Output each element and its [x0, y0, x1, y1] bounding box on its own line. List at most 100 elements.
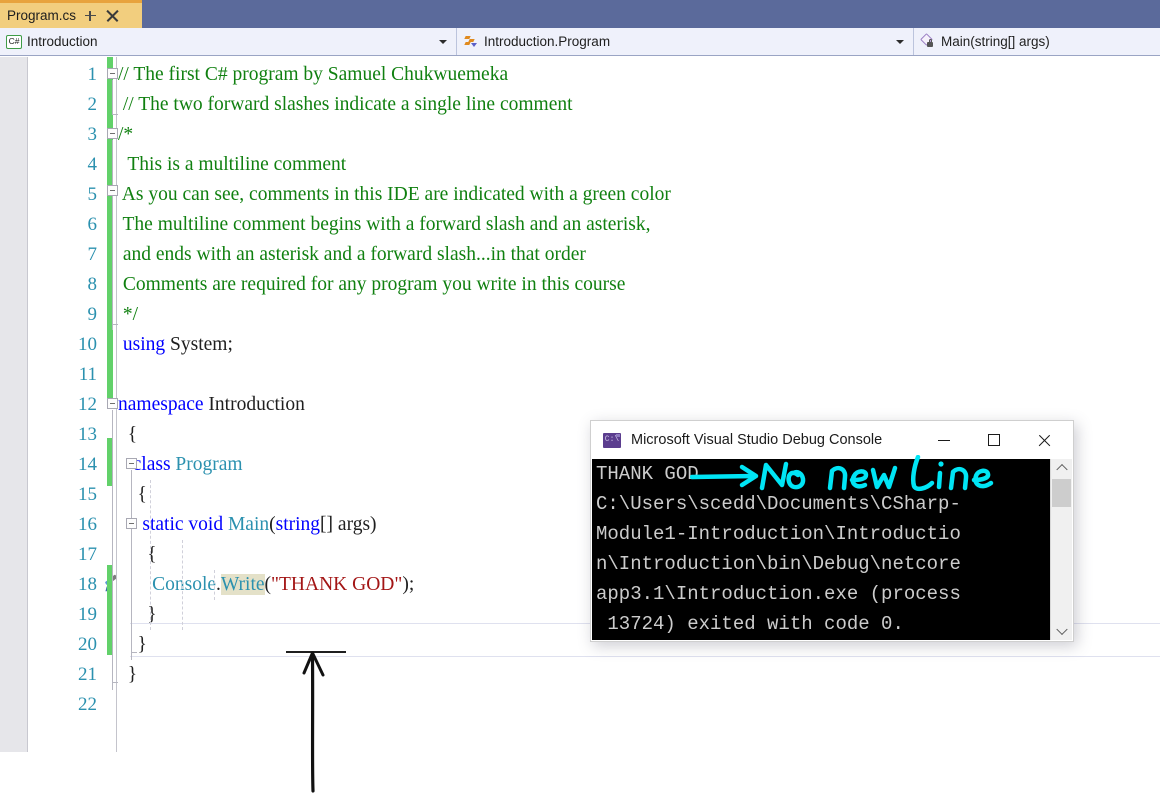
- code-token: Comments are required for any program yo…: [118, 274, 626, 295]
- code-token: Program: [175, 454, 243, 475]
- console-output-line: app3.1\Introduction.exe (process: [596, 583, 961, 605]
- fold-toggle-icon[interactable]: [107, 398, 118, 409]
- line-number: 2: [87, 94, 98, 115]
- code-token: {: [118, 424, 138, 445]
- code-token: "THANK GOD": [271, 574, 403, 595]
- code-line[interactable]: Comments are required for any program yo…: [118, 270, 1160, 300]
- line-number: 5: [87, 184, 98, 205]
- code-token: string: [275, 514, 321, 535]
- code-token: Introduction: [203, 394, 305, 415]
- maximize-button[interactable]: [971, 421, 1017, 459]
- line-number: 22: [78, 694, 97, 715]
- editor-left-margin: [0, 57, 28, 752]
- line-number: 1: [87, 64, 98, 85]
- line-number: 14: [78, 454, 97, 475]
- indent-guide: [150, 480, 151, 630]
- highlighted-reference: Write: [220, 574, 265, 595]
- console-output-line: 13724) exited with code 0.: [596, 613, 904, 635]
- chevron-up-icon[interactable]: [1051, 459, 1072, 477]
- line-number: 13: [78, 424, 97, 445]
- fold-toggle-icon[interactable]: [126, 458, 137, 469]
- code-token: */: [118, 304, 139, 325]
- code-token: // The two forward slashes indicate a si…: [118, 94, 573, 115]
- fold-connector: [112, 140, 113, 330]
- code-line[interactable]: and ends with an asterisk and a forward …: [118, 240, 1160, 270]
- console-output-line: Module1-Introduction\Introductio: [596, 523, 961, 545]
- code-line[interactable]: [118, 360, 1160, 390]
- navbar-class-dropdown[interactable]: Introduction.Program: [457, 28, 914, 55]
- navbar-project-label: Introduction: [27, 34, 98, 49]
- code-token: {: [118, 484, 147, 505]
- line-number: 4: [87, 154, 98, 175]
- navbar-member-dropdown[interactable]: Main(string[] args): [914, 28, 1160, 55]
- code-line[interactable]: }: [118, 660, 1160, 690]
- code-token: The multiline comment begins with a forw…: [118, 214, 651, 235]
- code-line[interactable]: namespace Introduction: [118, 390, 1160, 420]
- close-icon[interactable]: [106, 9, 119, 22]
- line-number: 21: [78, 664, 97, 685]
- line-number: 7: [87, 244, 98, 265]
- code-token: using: [118, 334, 166, 355]
- close-button[interactable]: [1021, 421, 1067, 459]
- code-token: // The first C# program by Samuel Chukwu…: [118, 64, 509, 85]
- line-number: 10: [78, 334, 97, 355]
- code-token: and ends with an asterisk and a forward …: [118, 244, 586, 265]
- navbar-project-dropdown[interactable]: C# Introduction: [0, 28, 457, 55]
- class-lightning-icon: [463, 34, 479, 50]
- scrollbar-thumb[interactable]: [1052, 479, 1071, 507]
- code-line[interactable]: [118, 690, 1160, 720]
- code-text-area[interactable]: // The first C# program by Samuel Chukwu…: [118, 57, 1160, 752]
- code-editor[interactable]: 1 2 3 4 5 6 7 8 9 10 11 12 13 14 15 16 17 18 19 20 21 22 // T…: [0, 57, 1160, 793]
- line-number: 17: [78, 544, 97, 565]
- chevron-down-icon[interactable]: [439, 39, 447, 44]
- chevron-down-icon[interactable]: [896, 39, 904, 44]
- line-number-gutter: 1 2 3 4 5 6 7 8 9 10 11 12 13 14 15 16 17 18 19 20 21 22: [28, 57, 118, 752]
- line-number: 11: [78, 364, 97, 385]
- code-line[interactable]: The multiline comment begins with a forw…: [118, 210, 1160, 240]
- tab-program-cs[interactable]: Program.cs: [0, 0, 142, 28]
- fold-connector-end: [112, 324, 118, 325]
- console-output-line: n\Introduction\bin\Debug\netcore: [596, 553, 961, 575]
- code-token: Console: [118, 574, 217, 595]
- console-title-label: Microsoft Visual Studio Debug Console: [631, 432, 883, 448]
- code-line[interactable]: As you can see, comments in this IDE are…: [118, 180, 1160, 210]
- fold-toggle-icon[interactable]: [107, 185, 118, 196]
- line-number: 12: [78, 394, 97, 415]
- code-token: }: [118, 664, 138, 685]
- code-token: [] args): [320, 514, 377, 535]
- code-line[interactable]: // The first C# program by Samuel Chukwu…: [118, 60, 1160, 90]
- annotation-arrow: [302, 651, 325, 793]
- navbar-class-label: Introduction.Program: [484, 34, 611, 49]
- navbar-member-label: Main(string[] args): [941, 34, 1050, 49]
- minimize-button[interactable]: [921, 421, 967, 459]
- fold-toggle-icon[interactable]: [107, 68, 118, 79]
- fold-connector: [112, 410, 113, 690]
- fold-toggle-icon[interactable]: [126, 518, 137, 529]
- tab-label: Program.cs: [7, 8, 77, 23]
- csharp-file-icon: C#: [6, 34, 22, 49]
- line-number: 3: [87, 124, 98, 145]
- chevron-down-icon[interactable]: [1051, 622, 1072, 640]
- line-number: 9: [87, 304, 98, 325]
- debug-console-window[interactable]: C:\ Microsoft Visual Studio Debug Consol…: [590, 420, 1074, 642]
- code-line[interactable]: // The two forward slashes indicate a si…: [118, 90, 1160, 120]
- console-scrollbar[interactable]: [1050, 459, 1072, 640]
- code-token: /*: [118, 124, 134, 145]
- ink-annotation-no-new-line: [690, 455, 994, 492]
- line-number: 20: [78, 634, 97, 655]
- line-number: 18: [78, 574, 97, 595]
- code-line[interactable]: This is a multiline comment: [118, 150, 1160, 180]
- code-token: namespace: [118, 394, 204, 415]
- line-number: 6: [87, 214, 98, 235]
- document-tab-strip: Program.cs: [0, 0, 1160, 28]
- code-line[interactable]: using System;: [118, 330, 1160, 360]
- pin-icon[interactable]: [85, 10, 97, 22]
- line-number: 15: [78, 484, 97, 505]
- code-token: );: [402, 574, 415, 595]
- code-line[interactable]: /*: [118, 120, 1160, 150]
- code-line[interactable]: */: [118, 300, 1160, 330]
- code-token: Main: [227, 514, 270, 535]
- fold-connector-end: [112, 114, 118, 115]
- fold-toggle-icon[interactable]: [107, 128, 118, 139]
- method-lock-icon: [920, 32, 936, 50]
